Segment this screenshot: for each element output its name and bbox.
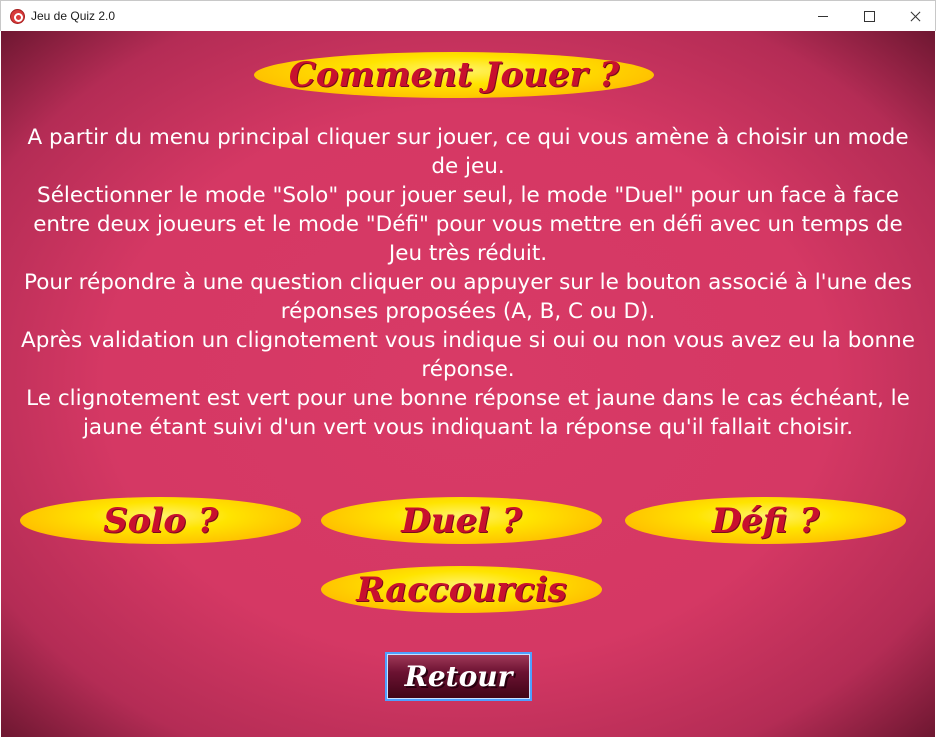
instructions-text: A partir du menu principal cliquer sur j… [21, 123, 915, 442]
quiz-app-icon [10, 9, 25, 24]
window-title: Jeu de Quiz 2.0 [31, 9, 116, 23]
instruction-paragraph: Le clignotement est vert pour une bonne … [26, 386, 910, 440]
instruction-paragraph: A partir du menu principal cliquer sur j… [27, 125, 909, 179]
instruction-paragraph: Pour répondre à une question cliquer ou … [24, 270, 912, 324]
solo-help-button[interactable]: Solo ? [20, 497, 301, 544]
close-icon[interactable] [892, 1, 936, 32]
instruction-paragraph: Sélectionner le mode "Solo" pour jouer s… [33, 183, 903, 266]
window-titlebar: Jeu de Quiz 2.0 [0, 0, 936, 31]
instruction-paragraph: Après validation un clignotement vous in… [21, 328, 915, 382]
shortcuts-button[interactable]: Raccourcis [321, 566, 602, 613]
main-panel: Comment Jouer ? A partir du menu princip… [1, 31, 935, 737]
defi-help-button[interactable]: Défi ? [625, 497, 906, 544]
duel-help-button[interactable]: Duel ? [321, 497, 602, 544]
back-button[interactable]: Retour [385, 652, 532, 701]
page-title: Comment Jouer ? [254, 52, 654, 98]
minimize-icon[interactable] [800, 1, 846, 32]
maximize-icon[interactable] [846, 1, 892, 32]
